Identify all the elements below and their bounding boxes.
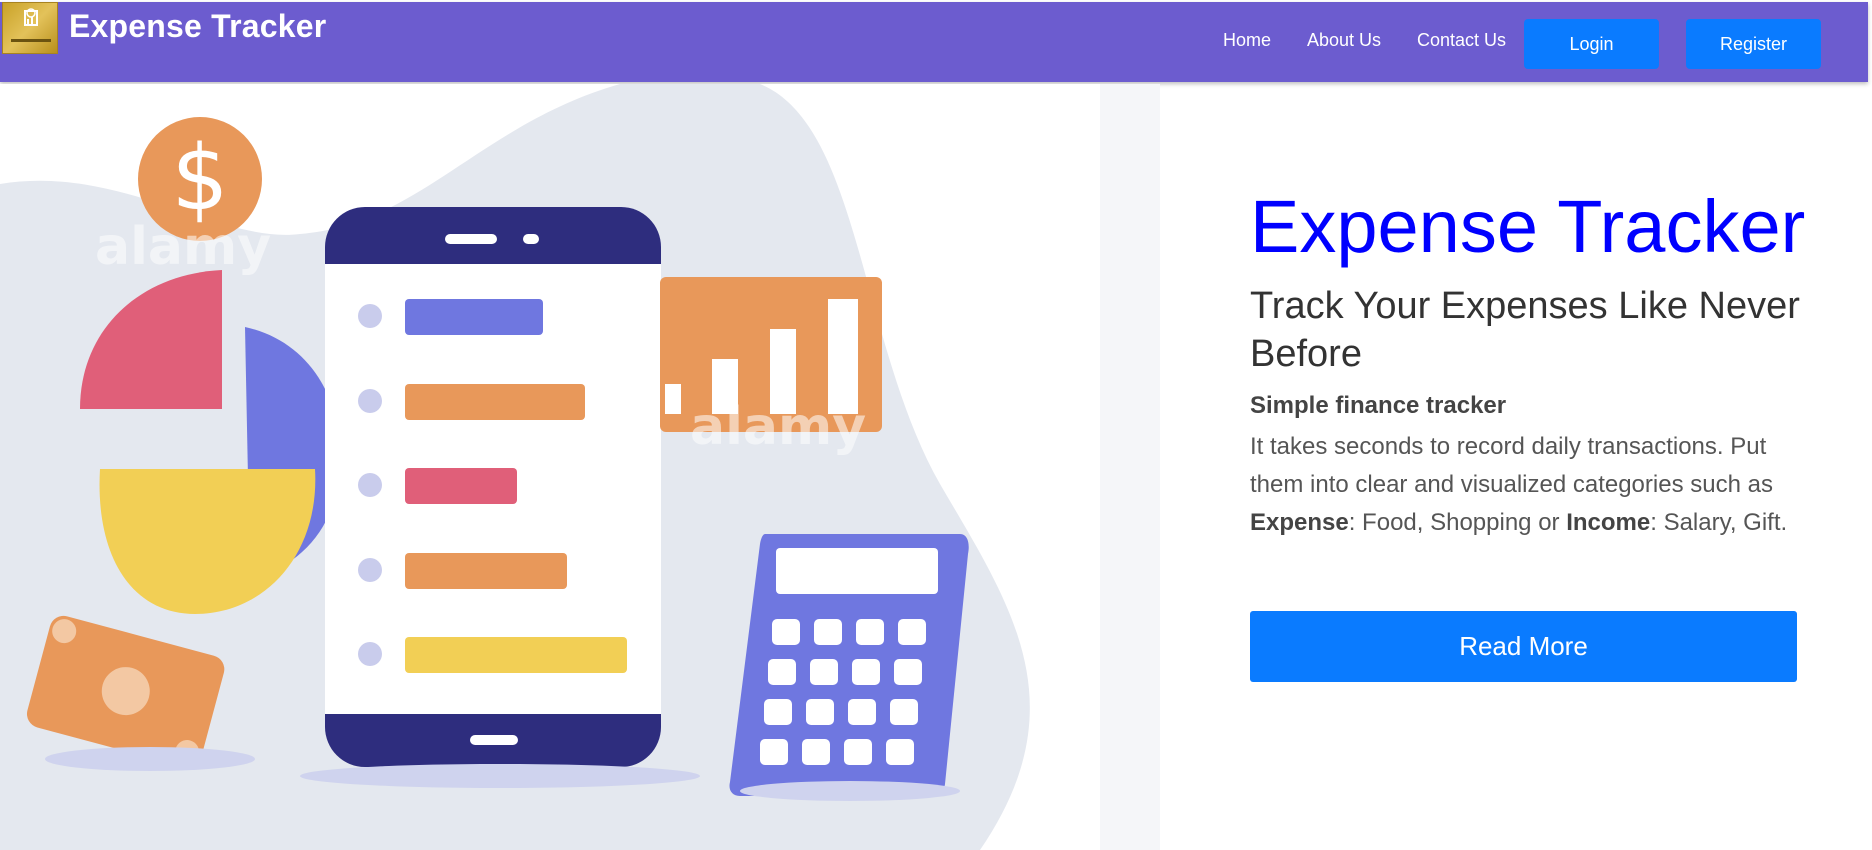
nav-contact-link[interactable]: Contact Us [1417, 30, 1506, 51]
divider-strip [1100, 84, 1160, 850]
watermark: alamy [95, 217, 271, 277]
desc-text: : Food, Shopping or [1348, 509, 1567, 536]
desc-text: : Salary, Gift. [1650, 509, 1788, 536]
hero-subtitle: Track Your Expenses Like Never Before [1250, 285, 1800, 375]
watermark: alamy [690, 397, 866, 457]
svg-text:$: $ [171, 126, 228, 231]
hero-description: It takes seconds to record daily transac… [1250, 428, 1810, 542]
nav-home-link[interactable]: Home [1223, 30, 1271, 51]
finance-illustration-icon: $ alamy alamy [0, 84, 1100, 850]
desc-expense-bold: Expense [1250, 509, 1349, 536]
expense-tracker-logo-icon[interactable] [2, 2, 58, 54]
desc-text: It takes seconds to record daily transac… [1250, 433, 1773, 498]
desc-income-bold: Income [1566, 509, 1651, 536]
hero-content: Expense Tracker Track Your Expenses Like… [1250, 190, 1810, 542]
brand-title[interactable]: Expense Tracker [69, 8, 326, 45]
login-button[interactable]: Login [1524, 19, 1659, 69]
register-button[interactable]: Register [1686, 19, 1821, 69]
read-more-button[interactable]: Read More [1250, 611, 1797, 682]
nav-about-link[interactable]: About Us [1307, 30, 1381, 51]
navbar: Expense Tracker Home About Us Contact Us… [0, 2, 1868, 82]
hero-title: Expense Tracker [1250, 185, 1806, 268]
hero-tagline: Simple finance tracker [1250, 392, 1507, 419]
